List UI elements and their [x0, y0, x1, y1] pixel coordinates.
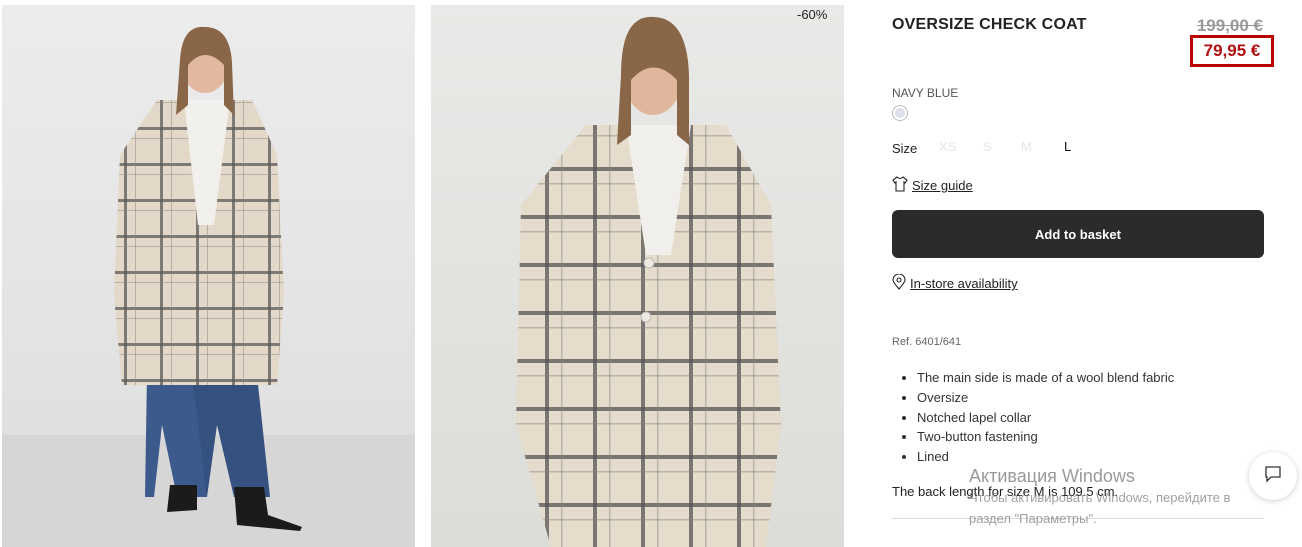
size-option-s[interactable]: S	[983, 139, 992, 154]
size-guide-label[interactable]: Size guide	[912, 178, 973, 193]
product-photo-closeup[interactable]	[431, 5, 844, 547]
sale-price: 79,95 €	[1203, 41, 1261, 60]
feature-item: The main side is made of a wool blend fa…	[917, 368, 1174, 388]
old-price: 199,00 €	[1196, 16, 1263, 35]
in-store-availability-link[interactable]: In-store availability	[892, 273, 1018, 293]
color-swatch-navy-blue[interactable]	[892, 105, 908, 121]
size-label: Size	[892, 141, 918, 156]
windows-activation-title: Активация Windows	[969, 466, 1135, 486]
shirt-icon	[892, 176, 908, 195]
in-store-availability-label[interactable]: In-store availability	[910, 276, 1018, 291]
feature-item: Oversize	[917, 388, 1174, 408]
size-option-m[interactable]: M	[1021, 139, 1032, 154]
windows-activation-line-2: раздел "Параметры".	[969, 511, 1097, 526]
size-guide-link[interactable]: Size guide	[892, 176, 973, 195]
size-option-xs[interactable]: XS	[939, 139, 956, 154]
feature-item: Notched lapel collar	[917, 408, 1174, 428]
product-reference: Ref. 6401/641	[892, 336, 962, 348]
add-to-basket-button[interactable]: Add to basket	[892, 210, 1264, 258]
location-pin-icon	[892, 273, 906, 293]
feature-list: The main side is made of a wool blend fa…	[902, 368, 1174, 467]
product-title: OVERSIZE CHECK COAT	[892, 16, 1087, 33]
chat-button[interactable]	[1249, 452, 1297, 500]
sale-price-highlight: 79,95 €	[1190, 35, 1274, 67]
product-photo-front[interactable]	[2, 5, 415, 547]
discount-badge: -60%	[797, 7, 828, 22]
chat-bubble-icon	[1264, 465, 1282, 488]
feature-item: Two-button fastening	[917, 427, 1174, 447]
color-name: NAVY BLUE	[892, 86, 959, 100]
windows-activation-line-1: Чтобы активировать Windows, перейдите в	[969, 490, 1231, 505]
feature-item: Lined	[917, 447, 1174, 467]
size-option-l[interactable]: L	[1064, 139, 1071, 154]
color-swatch-fill	[895, 108, 905, 118]
